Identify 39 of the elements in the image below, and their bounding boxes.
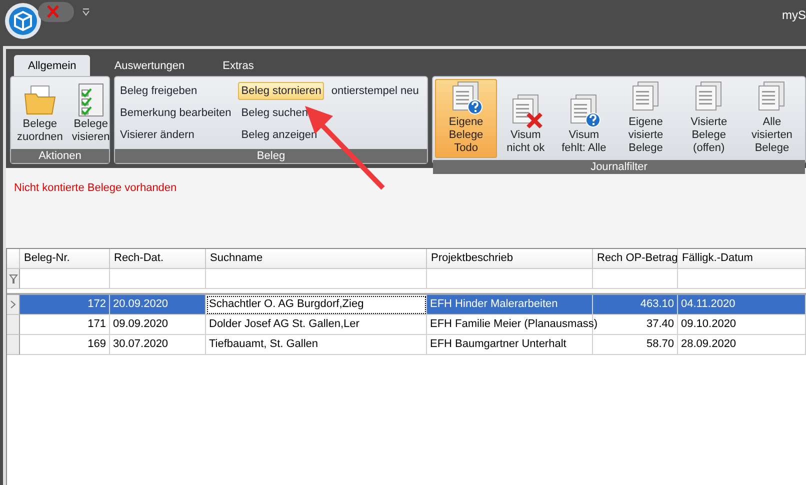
ribbon-command[interactable]: Visierer ändern (117, 126, 198, 144)
column-header[interactable]: Projektbeschrieb (427, 249, 593, 269)
ribbon-command[interactable]: Beleg stornieren (238, 82, 324, 100)
table-cell: 58.70 (593, 335, 678, 355)
ribbon-command[interactable]: Beleg freigeben (117, 82, 200, 100)
ribbon-button[interactable]: Visum fehlt: Alle (554, 79, 614, 158)
ribbon-tab[interactable]: Extras (208, 55, 268, 76)
ribbon-button[interactable]: Eigene visierte Belege (614, 79, 677, 158)
column-header[interactable]: Beleg-Nr. (20, 249, 110, 269)
column-header[interactable]: Suchname (206, 249, 427, 269)
group-title: Beleg (115, 149, 427, 163)
table-cell: 169 (20, 335, 110, 355)
group-title: Journalfilter (433, 160, 805, 174)
table-cell: EFH Baumgartner Unterhalt (427, 335, 593, 355)
column-header[interactable]: Rech-Dat. (110, 249, 206, 269)
warning-message: Nicht kontierte Belege vorhanden (14, 182, 177, 194)
table-row[interactable]: 172 20.09.2020 Schachtler O. AG Burgdorf,Zieg EFH Hinder Malerarbeiten 463.10 04.11.2020 (7, 295, 806, 315)
ribbon-button[interactable]: Visierte Belege (offen) (678, 79, 740, 158)
ribbon-button[interactable]: Belege visieren (68, 79, 114, 147)
table-cell: 28.09.2020 (678, 335, 806, 355)
table-cell: Tiefbauamt, St. Gallen (206, 335, 427, 355)
ribbon-command[interactable]: ontierstempel neu (328, 82, 422, 100)
app-title: myS (782, 8, 806, 22)
ribbon-button[interactable]: Belege zuordnen (13, 79, 67, 147)
ribbon-button[interactable]: Visum nicht ok (498, 79, 554, 158)
ribbon-tab[interactable]: Allgemein (14, 55, 90, 76)
ribbon-button[interactable]: Eigene Belege Todo (435, 79, 498, 158)
ribbon-command[interactable]: Bemerkung bearbeiten (117, 104, 234, 122)
column-header[interactable]: Rech OP-Betrag (593, 249, 678, 269)
group-title: Aktionen (11, 149, 109, 163)
ribbon-tab[interactable]: Auswertungen (100, 55, 199, 76)
ribbon-button[interactable]: Alle visierten Belege (740, 79, 804, 158)
column-header[interactable]: Fälligk.-Datum (678, 249, 806, 269)
table-row[interactable]: 171 09.09.2020 Dolder Josef AG St. Gallen,Ler EFH Familie Meier (Planausmass) 37.40 09.10.2020 (7, 315, 806, 335)
ribbon-command[interactable]: Beleg anzeigen (238, 126, 320, 144)
table-cell: 30.07.2020 (110, 335, 206, 355)
ribbon-command[interactable]: Beleg suchen (238, 104, 311, 122)
table-cell: Schachtler O. AG Burgdorf,Zieg (206, 295, 427, 315)
table-row[interactable]: 169 30.07.2020 Tiefbauamt, St. Gallen EFH Baumgartner Unterhalt 58.70 28.09.2020 (7, 335, 806, 355)
